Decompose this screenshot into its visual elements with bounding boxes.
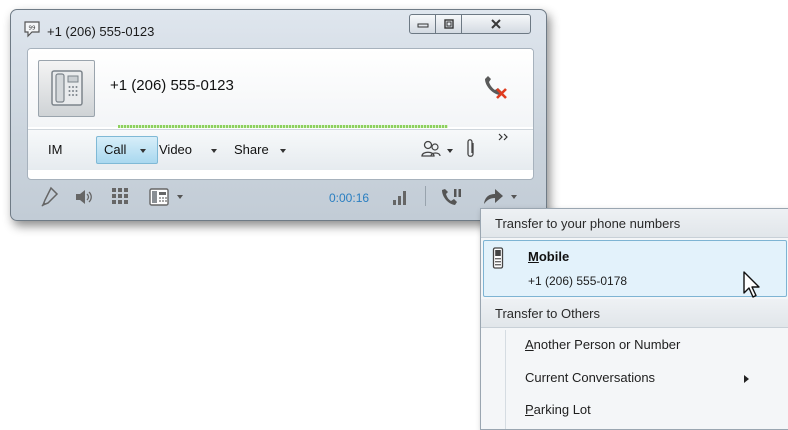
- people-options-icon[interactable]: [420, 139, 442, 159]
- mute-microphone-icon[interactable]: [39, 186, 59, 208]
- menu-header-others: Transfer to Others: [481, 299, 788, 328]
- call-quality-icon: [393, 191, 406, 205]
- call-activity-bar: [118, 125, 448, 128]
- tab-im[interactable]: IM: [48, 142, 62, 157]
- submenu-arrow-icon: [744, 375, 749, 383]
- contact-area: +1 (206) 555-0123: [28, 49, 533, 128]
- transfer-menu: Transfer to your phone numbers Mobile +1…: [480, 208, 788, 430]
- mobile-phone-icon: [492, 247, 504, 269]
- menu-gutter-divider: [505, 330, 506, 429]
- close-icon: [491, 19, 501, 29]
- restore-button[interactable]: [435, 14, 462, 34]
- contact-name: +1 (206) 555-0123: [110, 77, 234, 94]
- call-dropdown-icon[interactable]: [140, 149, 146, 153]
- hang-up-icon[interactable]: [481, 75, 509, 101]
- hold-call-icon[interactable]: [439, 186, 463, 208]
- dial-pad-icon[interactable]: [110, 186, 130, 208]
- transfer-dropdown-icon[interactable]: [511, 195, 517, 199]
- video-dropdown-icon[interactable]: [211, 149, 217, 153]
- restore-icon: [443, 19, 454, 29]
- share-dropdown-icon[interactable]: [280, 149, 286, 153]
- menu-header-phone-numbers: Transfer to your phone numbers: [481, 209, 788, 238]
- call-timer: 0:00:16: [329, 191, 370, 205]
- minimize-icon: [417, 23, 428, 28]
- call-controls-toolbar: 0:00:16: [11, 180, 546, 214]
- conversation-window: 99 +1 (206) 555-0123 +1 (206) 555-0123 I…: [10, 9, 547, 221]
- title-bar[interactable]: 99 +1 (206) 555-0123: [11, 10, 546, 44]
- minimize-button[interactable]: [409, 14, 436, 34]
- conversation-panel: +1 (206) 555-0123 IM Call Video Share: [27, 48, 534, 180]
- transfer-arrow-icon[interactable]: [481, 186, 505, 208]
- toolbar-separator: [425, 186, 426, 206]
- menu-item-parking-lot[interactable]: Parking Lot: [525, 402, 591, 417]
- menu-header-others-label: Transfer to Others: [495, 306, 600, 321]
- menu-item-current-conversations[interactable]: Current Conversations: [525, 370, 655, 385]
- menu-header-phone-label: Transfer to your phone numbers: [495, 216, 681, 231]
- mouse-cursor-icon: [743, 271, 760, 298]
- avatar[interactable]: [38, 60, 95, 117]
- svg-text:99: 99: [29, 26, 36, 32]
- devices-icon[interactable]: [148, 186, 172, 208]
- tab-call-label[interactable]: Call: [104, 142, 126, 157]
- speaker-volume-icon[interactable]: [73, 186, 95, 208]
- devices-dropdown-icon[interactable]: [177, 195, 183, 199]
- overflow-chevron-icon[interactable]: [498, 132, 510, 142]
- modality-tabs: IM Call Video Share: [28, 129, 533, 170]
- im-conversation-icon: 99: [24, 21, 40, 38]
- desk-phone-icon: [51, 70, 83, 106]
- tab-video[interactable]: Video: [159, 142, 192, 157]
- people-dropdown-icon[interactable]: [447, 149, 453, 153]
- window-title: +1 (206) 555-0123: [47, 24, 155, 39]
- close-button[interactable]: [461, 14, 531, 34]
- attachment-icon[interactable]: [464, 138, 478, 160]
- tab-share[interactable]: Share: [234, 142, 269, 157]
- mobile-title: Mobile: [528, 249, 570, 264]
- mobile-number: +1 (206) 555-0178: [528, 274, 628, 288]
- menu-item-another-person[interactable]: Another Person or Number: [525, 337, 680, 352]
